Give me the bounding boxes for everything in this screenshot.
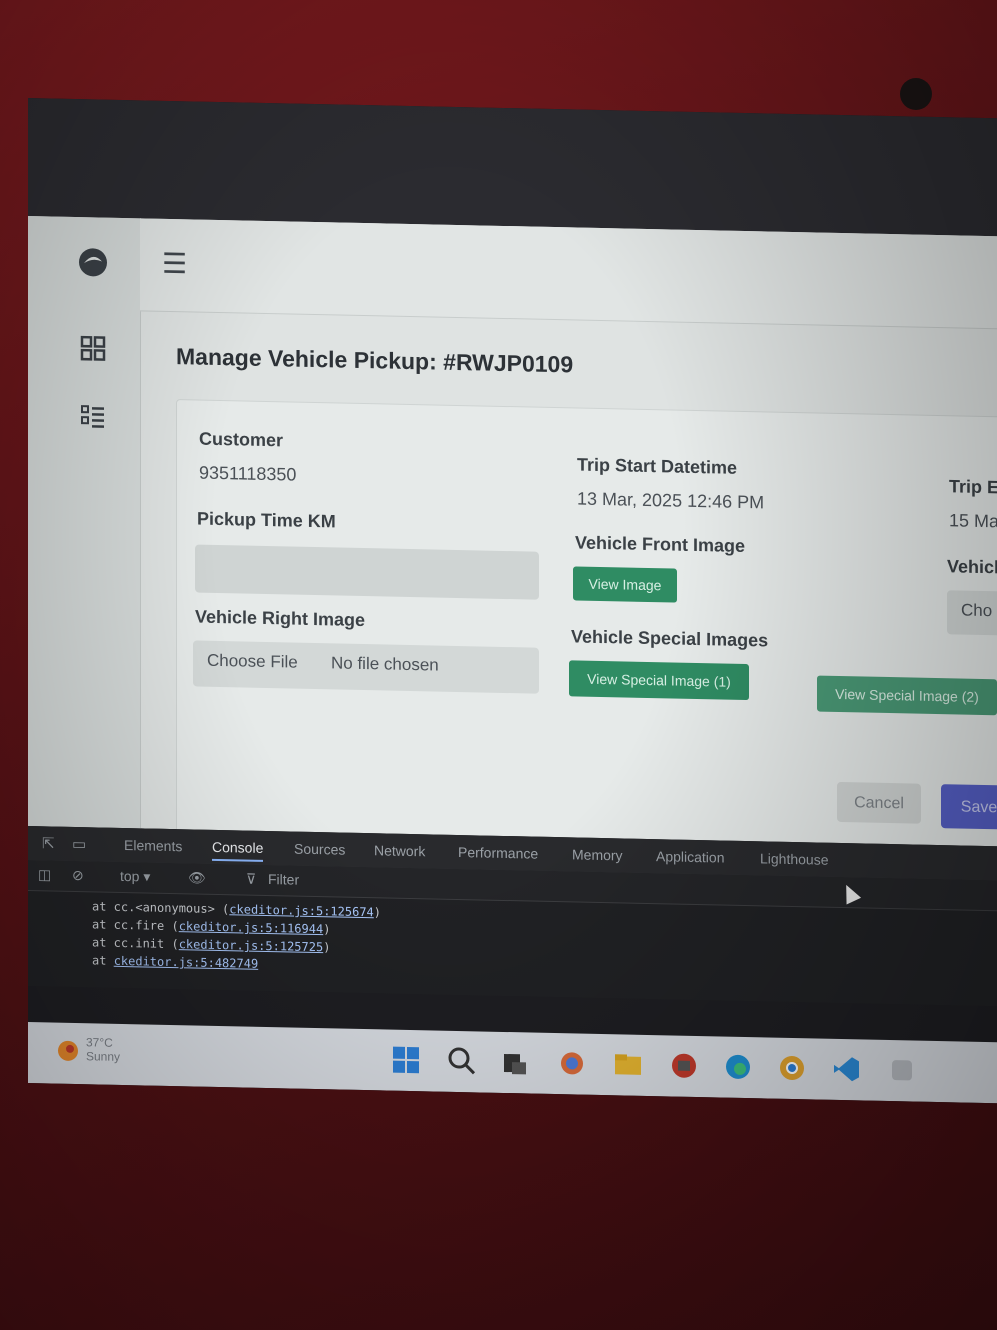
- view-front-image-button[interactable]: View Image: [573, 566, 677, 603]
- tab-application[interactable]: Application: [656, 848, 725, 865]
- tab-performance[interactable]: Performance: [458, 844, 538, 862]
- pickup-km-label: Pickup Time KM: [197, 508, 336, 532]
- console-source-link[interactable]: ckeditor.js:5:482749: [114, 954, 259, 971]
- top-header: ☰: [140, 218, 997, 330]
- hamburger-menu-icon[interactable]: ☰: [162, 248, 187, 280]
- vehicle-front-image-label: Vehicle Front Image: [575, 532, 746, 557]
- vehicle-special-images-label: Vehicle Special Images: [571, 626, 769, 651]
- tab-elements[interactable]: Elements: [124, 837, 182, 854]
- tab-sources[interactable]: Sources: [294, 841, 345, 858]
- trip-end-label: Trip E: [949, 476, 997, 498]
- context-selector[interactable]: top ▾: [120, 868, 150, 886]
- weather-temperature: 37°C Sunny: [86, 1035, 121, 1064]
- vscode-icon[interactable]: [830, 1053, 862, 1086]
- inspect-element-icon[interactable]: ⇱: [42, 834, 55, 852]
- clear-console-icon[interactable]: ⊘: [72, 867, 84, 884]
- file-explorer-icon[interactable]: [612, 1048, 644, 1081]
- vehicle-image-file-input-cut[interactable]: Cho: [947, 590, 997, 636]
- customer-value: 9351118350: [199, 462, 297, 485]
- sidebar: [28, 216, 141, 829]
- page-title: Manage Vehicle Pickup: #RWJP0109: [176, 343, 574, 378]
- list-checks-icon[interactable]: [76, 403, 110, 438]
- browser-top-area: [28, 98, 997, 237]
- vehicle-right-image-file-input[interactable]: Choose File No file chosen: [193, 640, 539, 694]
- trip-start-label: Trip Start Datetime: [577, 454, 738, 478]
- console-source-link[interactable]: ckeditor.js:5:116944: [179, 919, 324, 936]
- dashboard-grid-icon[interactable]: [76, 335, 110, 370]
- logo-icon[interactable]: [76, 245, 110, 280]
- choose-file-button-cut[interactable]: Cho: [961, 601, 992, 622]
- console-line: at ckeditor.js:5:482749: [92, 953, 259, 971]
- console-line: at cc.init (ckeditor.js:5:125725): [92, 935, 331, 955]
- devtools-panel: ⇱ ▭ Elements Console Sources Network Per…: [28, 826, 997, 1007]
- edge-browser-icon[interactable]: [722, 1051, 754, 1084]
- sidebar-toggle-icon[interactable]: ◫: [38, 866, 51, 883]
- app-icon-red[interactable]: [668, 1049, 700, 1082]
- vehicle-right-image-label: Vehicle Right Image: [195, 606, 366, 631]
- chrome-browser-icon[interactable]: [776, 1052, 808, 1085]
- console-line: at cc.fire (ckeditor.js:5:116944): [92, 917, 331, 937]
- cancel-button[interactable]: Cancel: [837, 781, 921, 824]
- choose-file-button[interactable]: Choose File: [207, 651, 298, 673]
- pinned-app-icon[interactable]: [886, 1054, 918, 1087]
- task-view-icon[interactable]: [498, 1046, 530, 1079]
- pickup-form-card: Customer 9351118350 Pickup Time KM Vehic…: [176, 399, 997, 859]
- view-special-image-1-button[interactable]: View Special Image (1): [569, 660, 749, 701]
- trip-start-value: 13 Mar, 2025 12:46 PM: [577, 488, 765, 513]
- device-toolbar-icon[interactable]: ▭: [72, 835, 86, 853]
- tab-network[interactable]: Network: [374, 842, 425, 859]
- webcam: [900, 78, 932, 110]
- save-button[interactable]: Save: [941, 784, 997, 830]
- console-filter-input[interactable]: Filter: [268, 871, 299, 888]
- pickup-km-input[interactable]: [195, 544, 539, 600]
- trip-end-value: 15 Ma: [949, 510, 997, 532]
- vehicle-image-label-cut: Vehicl: [947, 556, 997, 578]
- tab-console[interactable]: Console: [212, 838, 264, 862]
- no-file-chosen-text: No file chosen: [331, 653, 439, 675]
- laptop-screen: ☰ Manage Vehicle Pickup: #RWJP0109 Custo…: [28, 98, 997, 1104]
- weather-widget-icon[interactable]: [48, 1032, 90, 1073]
- copilot-icon[interactable]: [556, 1047, 588, 1080]
- console-source-link[interactable]: ckeditor.js:5:125725: [179, 937, 324, 954]
- tab-lighthouse[interactable]: Lighthouse: [760, 850, 829, 867]
- console-source-link[interactable]: ckeditor.js:5:125674: [229, 902, 374, 919]
- console-line: at cc.<anonymous> (ckeditor.js:5:125674): [92, 899, 382, 920]
- view-special-image-2-button[interactable]: View Special Image (2): [817, 675, 997, 716]
- customer-label: Customer: [199, 428, 284, 451]
- admin-app: ☰ Manage Vehicle Pickup: #RWJP0109 Custo…: [28, 216, 997, 859]
- eye-icon[interactable]: 👁: [188, 869, 206, 886]
- windows-start-icon[interactable]: [390, 1044, 422, 1077]
- filter-icon: ⊽: [246, 870, 257, 887]
- tab-memory[interactable]: Memory: [572, 846, 623, 863]
- search-icon[interactable]: [446, 1045, 478, 1078]
